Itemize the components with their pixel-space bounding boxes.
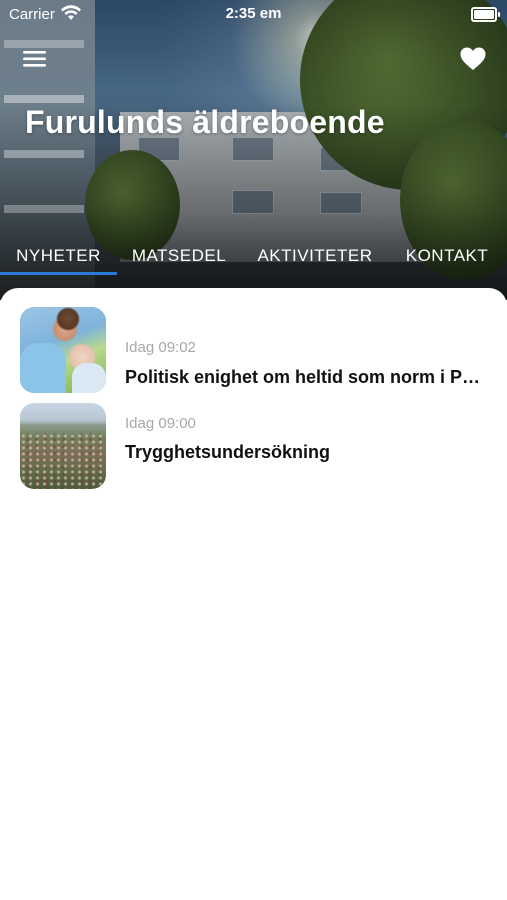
news-time: Idag 09:02	[125, 339, 196, 356]
page-title: Furulunds äldreboende	[25, 104, 385, 140]
status-bar: Carrier 2:35 em	[0, 0, 507, 28]
news-item[interactable]: Idag 09:02 Politisk enighet om heltid so…	[20, 307, 495, 395]
heart-icon[interactable]	[459, 46, 487, 72]
news-thumbnail	[20, 307, 106, 393]
clock: 2:35 em	[225, 5, 282, 22]
tab-nyheter[interactable]: NYHETER	[0, 238, 117, 274]
news-list: Idag 09:02 Politisk enighet om heltid so…	[0, 288, 507, 900]
battery-icon	[471, 7, 500, 22]
hamburger-menu-icon[interactable]	[22, 48, 48, 70]
news-headline: Politisk enighet om heltid som norm i Pa…	[125, 367, 490, 387]
news-thumbnail	[20, 403, 106, 489]
news-thumbnail-detail	[72, 363, 106, 393]
news-thumbnail-detail	[20, 433, 106, 489]
tab-aktiviteter[interactable]: AKTIVITETER	[245, 238, 385, 274]
tab-matsedel[interactable]: MATSEDEL	[120, 238, 238, 274]
news-item[interactable]: Idag 09:00 Trygghetsundersökning	[20, 403, 495, 491]
news-thumbnail-detail	[20, 343, 66, 393]
news-time: Idag 09:00	[125, 415, 196, 432]
active-tab-indicator	[0, 272, 117, 275]
tab-kontakt[interactable]: KONTAKT	[393, 238, 501, 274]
tab-bar: NYHETER MATSEDEL AKTIVITETER KONTAKT	[0, 238, 507, 278]
news-headline: Trygghetsundersökning	[125, 442, 331, 462]
